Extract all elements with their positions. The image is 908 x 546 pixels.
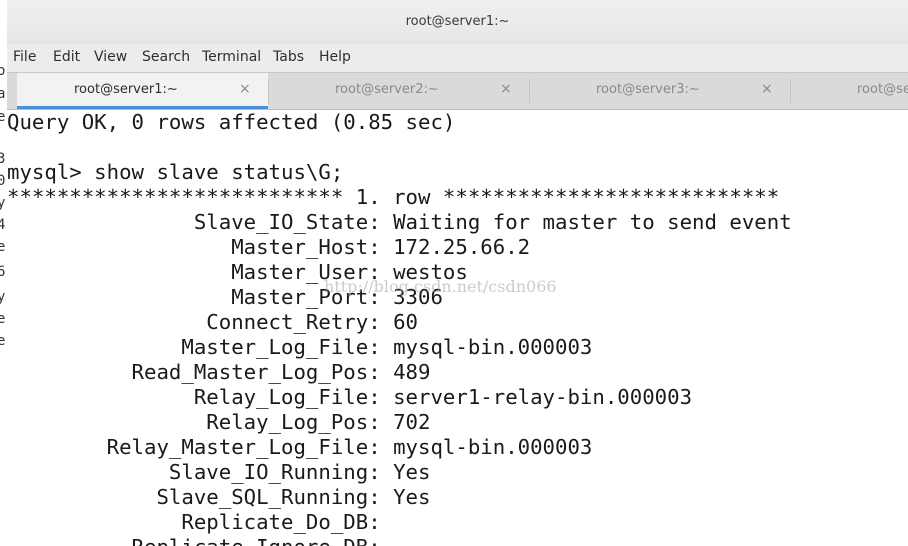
background-char: e xyxy=(0,312,5,326)
terminal-line: Slave_IO_State: Waiting for master to se… xyxy=(7,210,792,234)
background-char: 6 xyxy=(0,265,5,279)
background-char: y xyxy=(0,196,5,210)
terminal-line: Master_Host: 172.25.66.2 xyxy=(7,235,531,259)
terminal-line: Replicate_Ignore_DB: xyxy=(7,535,393,546)
background-char: o xyxy=(0,64,5,78)
terminal-window: root@server1:~ File Edit View Search Ter… xyxy=(7,0,908,546)
terminal-line: Query OK, 0 rows affected (0.85 sec) xyxy=(7,110,456,134)
menu-bar: File Edit View Search Terminal Tabs Help xyxy=(7,44,908,72)
terminal-line: Master_Log_File: mysql-bin.000003 xyxy=(7,335,593,359)
tab-label: root@server2:~ xyxy=(335,82,439,97)
terminal-line: Slave_IO_Running: Yes xyxy=(7,460,431,484)
tab-bar: root@server1:~ × root@server2:~ × root@s… xyxy=(7,72,908,110)
background-char: e xyxy=(0,110,5,124)
menu-tabs[interactable]: Tabs xyxy=(273,49,304,65)
background-char: 0 xyxy=(0,174,5,188)
tab-label: root@server3:~ xyxy=(596,82,700,97)
background-char: e xyxy=(0,334,5,348)
watermark: http://blog.csdn.net/csdn066 xyxy=(324,277,557,296)
tab-server1[interactable]: root@server1:~ × xyxy=(17,73,268,109)
terminal-line: Relay_Log_File: server1-relay-bin.000003 xyxy=(7,385,693,409)
background-char: y xyxy=(0,290,5,304)
terminal-line: Connect_Retry: 60 xyxy=(7,310,419,334)
background-char: 4 xyxy=(0,218,5,232)
terminal-line: Read_Master_Log_Pos: 489 xyxy=(7,360,431,384)
tab-label: root@se xyxy=(857,82,908,97)
background-char: e xyxy=(0,240,5,254)
menu-view[interactable]: View xyxy=(94,49,127,65)
menu-edit[interactable]: Edit xyxy=(53,49,80,65)
terminal-line: Replicate_Do_DB: xyxy=(7,510,394,534)
background-char: a xyxy=(0,87,5,101)
terminal-line: Relay_Log_Pos: 702 xyxy=(7,410,431,434)
close-icon[interactable]: × xyxy=(761,81,773,97)
terminal-line: mysql> show slave status\G; xyxy=(7,160,344,184)
window-title: root@server1:~ xyxy=(405,14,510,29)
menu-search[interactable]: Search xyxy=(142,49,190,65)
terminal-line: Slave_SQL_Running: Yes xyxy=(7,485,431,509)
menu-file[interactable]: File xyxy=(13,49,36,65)
terminal-line: *************************** 1. row *****… xyxy=(7,185,780,209)
close-icon[interactable]: × xyxy=(500,81,512,97)
tab-server4[interactable]: root@se xyxy=(791,73,908,109)
tab-server2[interactable]: root@server2:~ × xyxy=(269,73,529,109)
tab-server3[interactable]: root@server3:~ × xyxy=(530,73,790,109)
menu-help[interactable]: Help xyxy=(319,49,351,65)
terminal-output[interactable]: Query OK, 0 rows affected (0.85 sec) mys… xyxy=(7,110,908,546)
close-icon[interactable]: × xyxy=(239,81,251,97)
terminal-line: Relay_Master_Log_File: mysql-bin.000003 xyxy=(7,435,593,459)
tab-label: root@server1:~ xyxy=(74,82,178,97)
menu-terminal[interactable]: Terminal xyxy=(202,49,261,65)
title-bar[interactable]: root@server1:~ xyxy=(7,0,908,44)
background-char: 3 xyxy=(0,152,5,166)
